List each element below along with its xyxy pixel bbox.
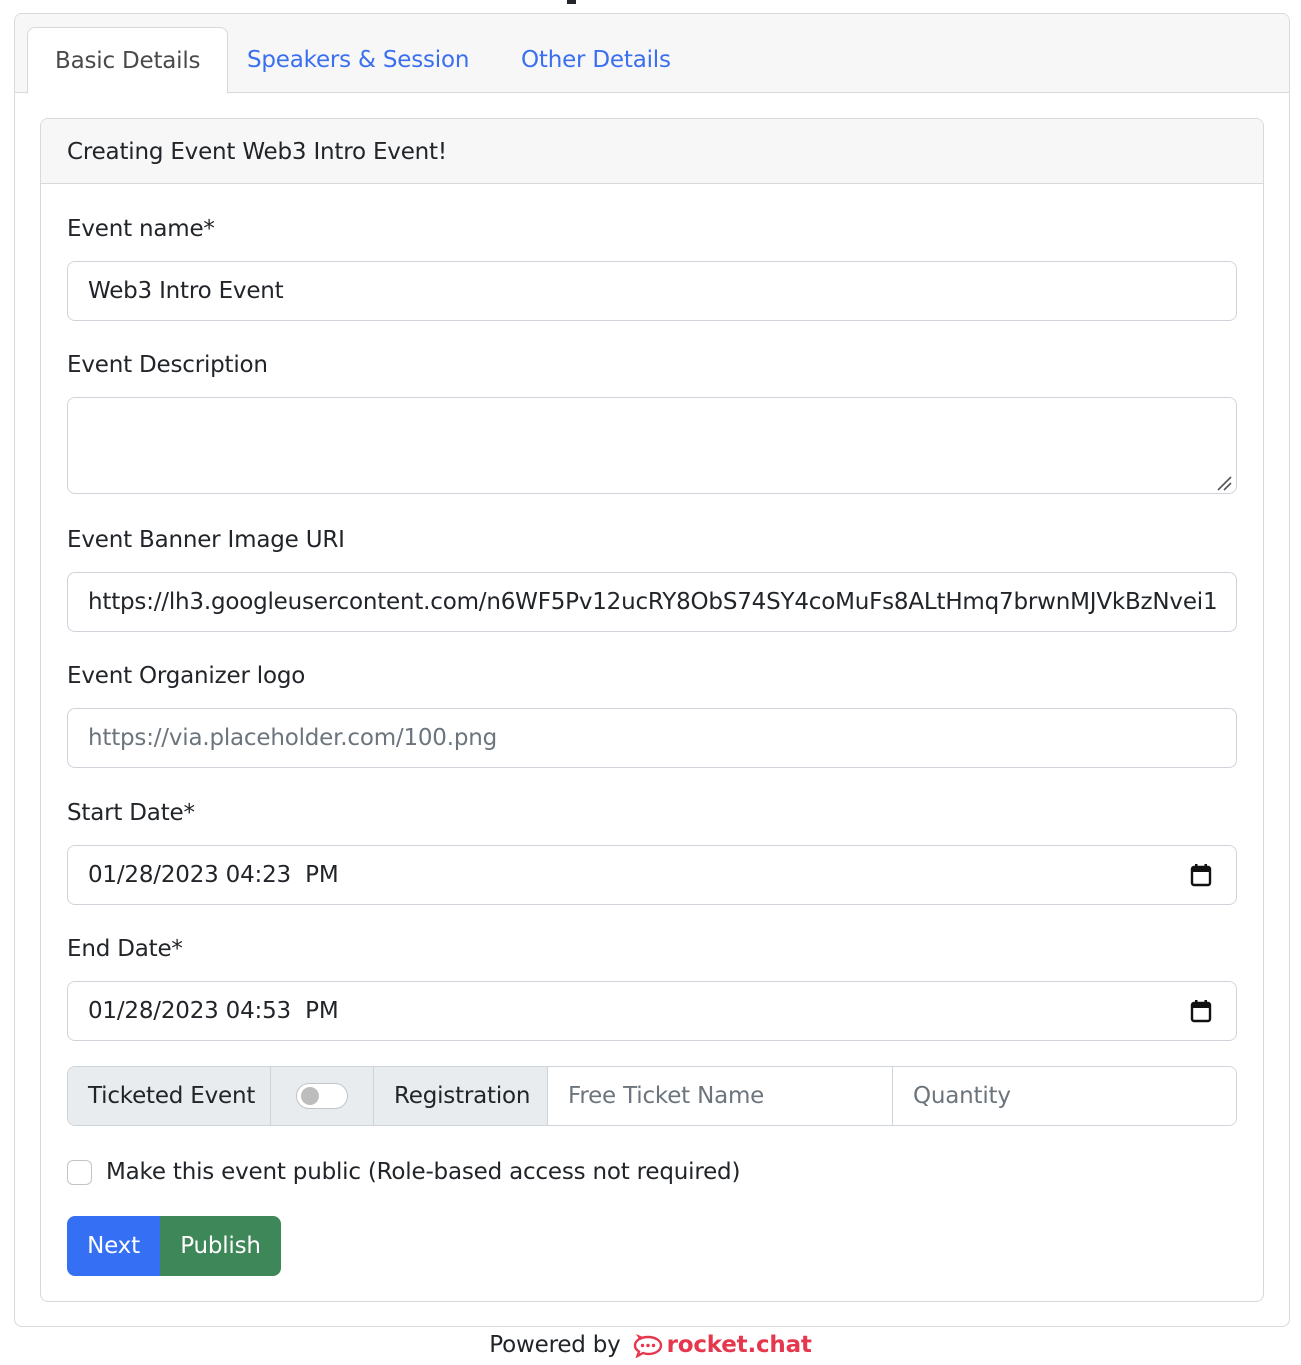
ticketed-event-label: Ticketed Event	[68, 1067, 271, 1125]
end-date-value: 01/28/2023 04:53 PM	[88, 998, 339, 1024]
public-checkbox-row: Make this event public (Role-based acces…	[67, 1159, 740, 1185]
rocketchat-logo-icon	[633, 1334, 662, 1358]
organizer-logo-label: Event Organizer logo	[67, 663, 306, 689]
action-buttons: Next Publish	[67, 1216, 281, 1276]
powered-by-text: Powered by	[489, 1332, 621, 1358]
calendar-icon[interactable]	[1190, 999, 1212, 1023]
brand-name: rocket.chat	[666, 1332, 812, 1358]
organizer-logo-input[interactable]: https://via.placeholder.com/100.png	[67, 708, 1237, 768]
footer: Powered by rocket.chat	[0, 1332, 1301, 1358]
event-description-label: Event Description	[67, 352, 268, 378]
public-checkbox-label[interactable]: Make this event public (Role-based acces…	[106, 1159, 740, 1185]
end-date-label: End Date*	[67, 936, 183, 962]
quantity-input[interactable]: Quantity	[893, 1067, 1236, 1125]
event-description-textarea[interactable]	[67, 397, 1237, 494]
event-form-card: Basic Details Speakers & Session Other D…	[14, 13, 1290, 1327]
public-checkbox[interactable]	[67, 1159, 92, 1185]
panel-header: Creating Event Web3 Intro Event!	[41, 119, 1263, 184]
start-date-input[interactable]: 01/28/2023 04:23 PM	[67, 845, 1237, 905]
ticketed-toggle[interactable]	[296, 1083, 348, 1109]
page-title-fragment	[567, 0, 576, 4]
tab-speakers-session[interactable]: Speakers & Session	[220, 27, 496, 93]
tab-basic-details[interactable]: Basic Details	[27, 27, 229, 94]
start-date-value: 01/28/2023 04:23 PM	[88, 862, 339, 888]
banner-image-input[interactable]: https://lh3.googleusercontent.com/n6WF5P…	[67, 572, 1237, 632]
rocketchat-link[interactable]: rocket.chat	[633, 1332, 812, 1358]
toggle-knob	[301, 1087, 319, 1105]
start-date-label: Start Date*	[67, 800, 195, 826]
ticketing-input-group: Ticketed Event Registration Free Ticket …	[67, 1066, 1237, 1126]
basic-details-panel: Creating Event Web3 Intro Event! Event n…	[40, 118, 1264, 1302]
next-button[interactable]: Next	[67, 1216, 160, 1276]
event-name-input[interactable]	[67, 261, 1237, 321]
ticketed-toggle-cell	[271, 1067, 374, 1125]
free-ticket-name-input[interactable]: Free Ticket Name	[548, 1067, 893, 1125]
publish-button[interactable]: Publish	[160, 1216, 281, 1276]
event-name-label: Event name*	[67, 216, 215, 242]
tab-other-details[interactable]: Other Details	[494, 27, 698, 93]
calendar-icon[interactable]	[1190, 863, 1212, 887]
registration-label: Registration	[374, 1067, 548, 1125]
end-date-input[interactable]: 01/28/2023 04:53 PM	[67, 981, 1237, 1041]
resize-grip-icon[interactable]	[1216, 475, 1232, 491]
banner-image-label: Event Banner Image URI	[67, 527, 345, 553]
tab-bar: Basic Details Speakers & Session Other D…	[15, 14, 1289, 94]
